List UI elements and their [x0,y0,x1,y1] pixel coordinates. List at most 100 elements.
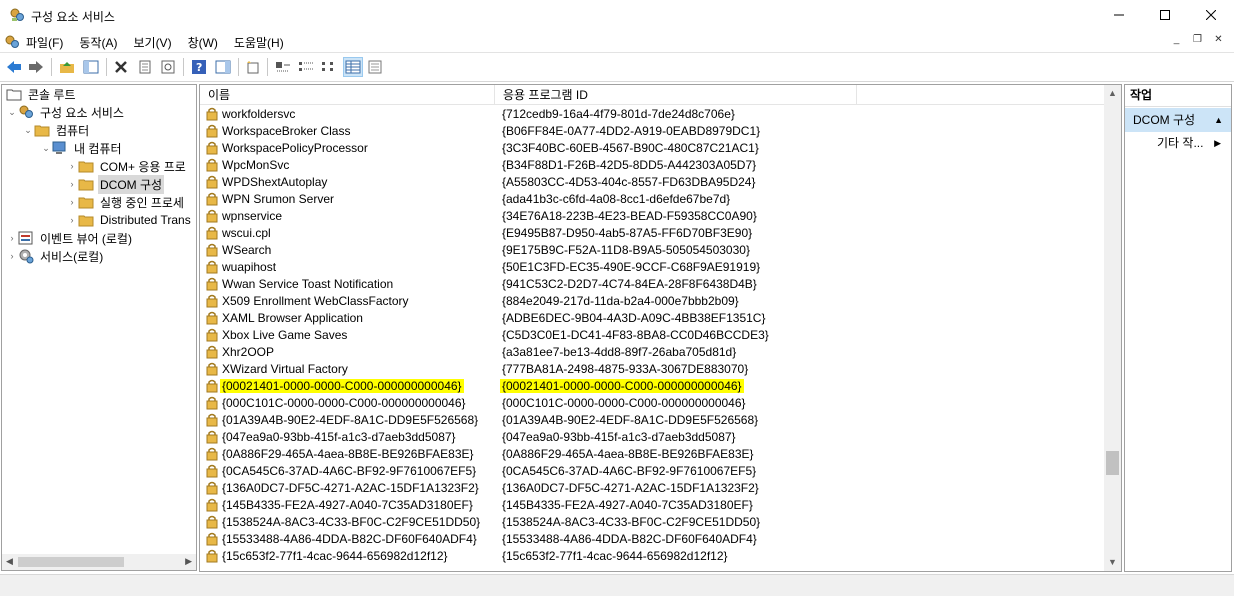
minimize-button[interactable] [1096,0,1142,30]
properties-button[interactable] [135,57,155,77]
tree-item-com-plus-apps[interactable]: › COM+ 응용 프로 [66,157,188,175]
menu-file[interactable]: 파일(F) [26,34,63,51]
table-row[interactable]: {15c653f2-77f1-4cac-9644-656982d12f12} {1… [200,548,1100,565]
chevron-right-icon[interactable]: › [66,215,78,225]
tree-item-distributed-transactions[interactable]: › Distributed Trans [66,211,193,229]
large-icons-button[interactable] [273,57,293,77]
table-row[interactable]: wpnservice {34E76A18-223B-4E23-BEAD-F5935… [200,208,1100,225]
chevron-down-icon[interactable]: ⌄ [22,125,34,136]
tree-item-component-services[interactable]: ⌄ 구성 요소 서비스 [6,103,126,121]
table-row[interactable]: {00021401-0000-0000-C000-000000000046} {0… [200,378,1100,395]
table-row[interactable]: Xhr2OOP {a3a81ee7-be13-4dd8-89f7-26aba705… [200,344,1100,361]
tree-item-event-viewer[interactable]: › 이벤트 뷰어 (로컬) [6,229,134,247]
table-row[interactable]: {0CA545C6-37AD-4A6C-BF92-9F7610067EF5} {0… [200,463,1100,480]
scrollbar-thumb[interactable] [18,557,124,567]
scroll-left-icon[interactable]: ◀ [6,556,13,567]
actions-section-dcom-config[interactable]: DCOM 구성 ▲ [1125,108,1231,132]
help-button[interactable]: ? [189,57,209,77]
table-row[interactable]: Xbox Live Game Saves {C5D3C0E1-DC41-4F83-… [200,327,1100,344]
tree-item-console-root[interactable]: 콘솔 루트 [6,85,78,103]
row-app-id: {50E1C3FD-EC35-490E-9CCF-C68F9AE91919} [502,260,761,274]
mdi-minimize-button[interactable]: _ [1167,33,1186,49]
tree-item-computers[interactable]: ⌄ 컴퓨터 [22,121,91,139]
component-services-icon[interactable] [4,34,20,53]
tree-item-my-computer[interactable]: ⌄ 내 컴퓨터 [40,139,124,157]
table-row[interactable]: WSearch {9E175B9C-F52A-11D8-B9A5-50505450… [200,242,1100,259]
mdi-close-button[interactable]: ✕ [1209,33,1228,49]
tree-item-running-processes[interactable]: › 실행 중인 프로세 [66,193,186,211]
menu-help[interactable]: 도움말(H) [234,34,284,51]
mdi-restore-button[interactable]: ❐ [1188,33,1207,49]
chevron-right-icon[interactable]: › [6,233,18,243]
scroll-down-icon[interactable]: ▼ [1104,554,1121,571]
table-row[interactable]: WorkspaceBroker Class {B06FF84E-0A77-4DD2… [200,123,1100,140]
tree-horizontal-scrollbar[interactable]: ◀ ▶ [1,554,197,571]
table-row[interactable]: WPN Srumon Server {ada41b3c-c6fd-4a08-8cc… [200,191,1100,208]
list-vertical-scrollbar[interactable]: ▲ ▼ [1104,85,1121,571]
table-row[interactable]: wuapihost {50E1C3FD-EC35-490E-9CCF-C68F9A… [200,259,1100,276]
table-row[interactable]: {01A39A4B-90E2-4EDF-8A1C-DD9E5F526568} {0… [200,412,1100,429]
back-button[interactable] [4,57,24,77]
row-app-id: {3C3F40BC-60EB-4567-B90C-480C87C21AC1} [502,141,759,155]
table-row[interactable]: {000C101C-0000-0000-C000-000000000046} {0… [200,395,1100,412]
table-row[interactable]: {0A886F29-465A-4aea-8B8E-BE926BFAE83E} {0… [200,446,1100,463]
row-app-id: {0CA545C6-37AD-4A6C-BF92-9F7610067EF5} [502,464,757,478]
table-row[interactable]: {1538524A-8AC3-4C33-BF0C-C2F9CE51DD50} {1… [200,514,1100,531]
table-row[interactable]: {145B4335-FE2A-4927-A040-7C35AD3180EF} {1… [200,497,1100,514]
delete-button[interactable] [111,57,131,77]
row-app-id: {B06FF84E-0A77-4DD2-A919-0EABD8979DC1} [502,124,761,138]
table-row[interactable]: WPDShextAutoplay {A55803CC-4D53-404c-8557… [200,174,1100,191]
component-package-icon [205,379,219,396]
list-view-button[interactable] [319,57,339,77]
table-row[interactable]: X509 Enrollment WebClassFactory {884e2049… [200,293,1100,310]
table-row[interactable]: {136A0DC7-DF5C-4271-A2AC-15DF1A1323F2} {1… [200,480,1100,497]
scroll-right-icon[interactable]: ▶ [185,556,192,567]
folder-icon [78,158,94,174]
chevron-down-icon[interactable]: ⌄ [6,107,18,118]
table-row[interactable]: workfoldersvc {712cedb9-16a4-4f79-801d-7d… [200,106,1100,123]
export-list-button[interactable] [366,57,386,77]
table-row[interactable]: {047ea9a0-93bb-415f-a1c3-d7aeb3dd5087} {0… [200,429,1100,446]
row-name: wscui.cpl [222,226,271,240]
menu-view[interactable]: 보기(V) [133,34,171,51]
up-level-button[interactable] [57,57,77,77]
new-window-button[interactable] [243,57,263,77]
tree-item-services-local[interactable]: › 서비스(로컬) [6,247,105,265]
table-row[interactable]: WpcMonSvc {B34F88D1-F26B-42D5-8DD5-A44230… [200,157,1100,174]
detail-view-button[interactable] [343,57,363,77]
forward-button[interactable] [26,57,46,77]
scrollbar-thumb[interactable] [1106,451,1119,475]
table-row[interactable]: wscui.cpl {E9495B87-D950-4ab5-87A5-FF6D70… [200,225,1100,242]
menu-action[interactable]: 동작(A) [79,34,117,51]
menu-window[interactable]: 창(W) [188,34,218,51]
scroll-up-icon[interactable]: ▲ [1104,85,1121,102]
table-row[interactable]: XAML Browser Application {ADBE6DEC-9B04-4… [200,310,1100,327]
chevron-right-icon[interactable]: › [66,197,78,207]
column-header-app-id[interactable]: 응용 프로그램 ID [495,85,857,105]
table-row[interactable]: {15533488-4A86-4DDA-B82C-DF60F640ADF4} {1… [200,531,1100,548]
small-icons-button[interactable] [296,57,316,77]
component-package-icon [205,549,219,566]
help-icon: ? [192,60,206,74]
table-row[interactable]: WorkspacePolicyProcessor {3C3F40BC-60EB-4… [200,140,1100,157]
row-name: {01A39A4B-90E2-4EDF-8A1C-DD9E5F526568} [222,413,479,427]
chevron-right-icon[interactable]: › [6,251,18,261]
show-action-pane-button[interactable] [213,57,233,77]
component-package-icon [205,515,219,532]
collapse-up-icon[interactable]: ▲ [1214,108,1223,132]
chevron-right-icon[interactable]: › [66,161,78,171]
chevron-right-icon[interactable]: › [66,179,78,189]
show-hide-tree-button[interactable] [81,57,101,77]
actions-more-item[interactable]: 기타 작... ▶ [1125,132,1231,154]
tree-item-dcom-config[interactable]: › DCOM 구성 [66,174,165,194]
close-button[interactable] [1188,0,1234,30]
folder-icon [34,122,50,138]
refresh-button[interactable] [158,57,178,77]
column-header-name[interactable]: 이름 [200,85,495,105]
table-row[interactable]: Wwan Service Toast Notification {941C53C2… [200,276,1100,293]
component-package-icon [205,532,219,549]
export-list-icon [368,60,382,74]
maximize-button[interactable] [1142,0,1188,30]
table-row[interactable]: XWizard Virtual Factory {777BA81A-2498-48… [200,361,1100,378]
chevron-down-icon[interactable]: ⌄ [40,143,52,154]
